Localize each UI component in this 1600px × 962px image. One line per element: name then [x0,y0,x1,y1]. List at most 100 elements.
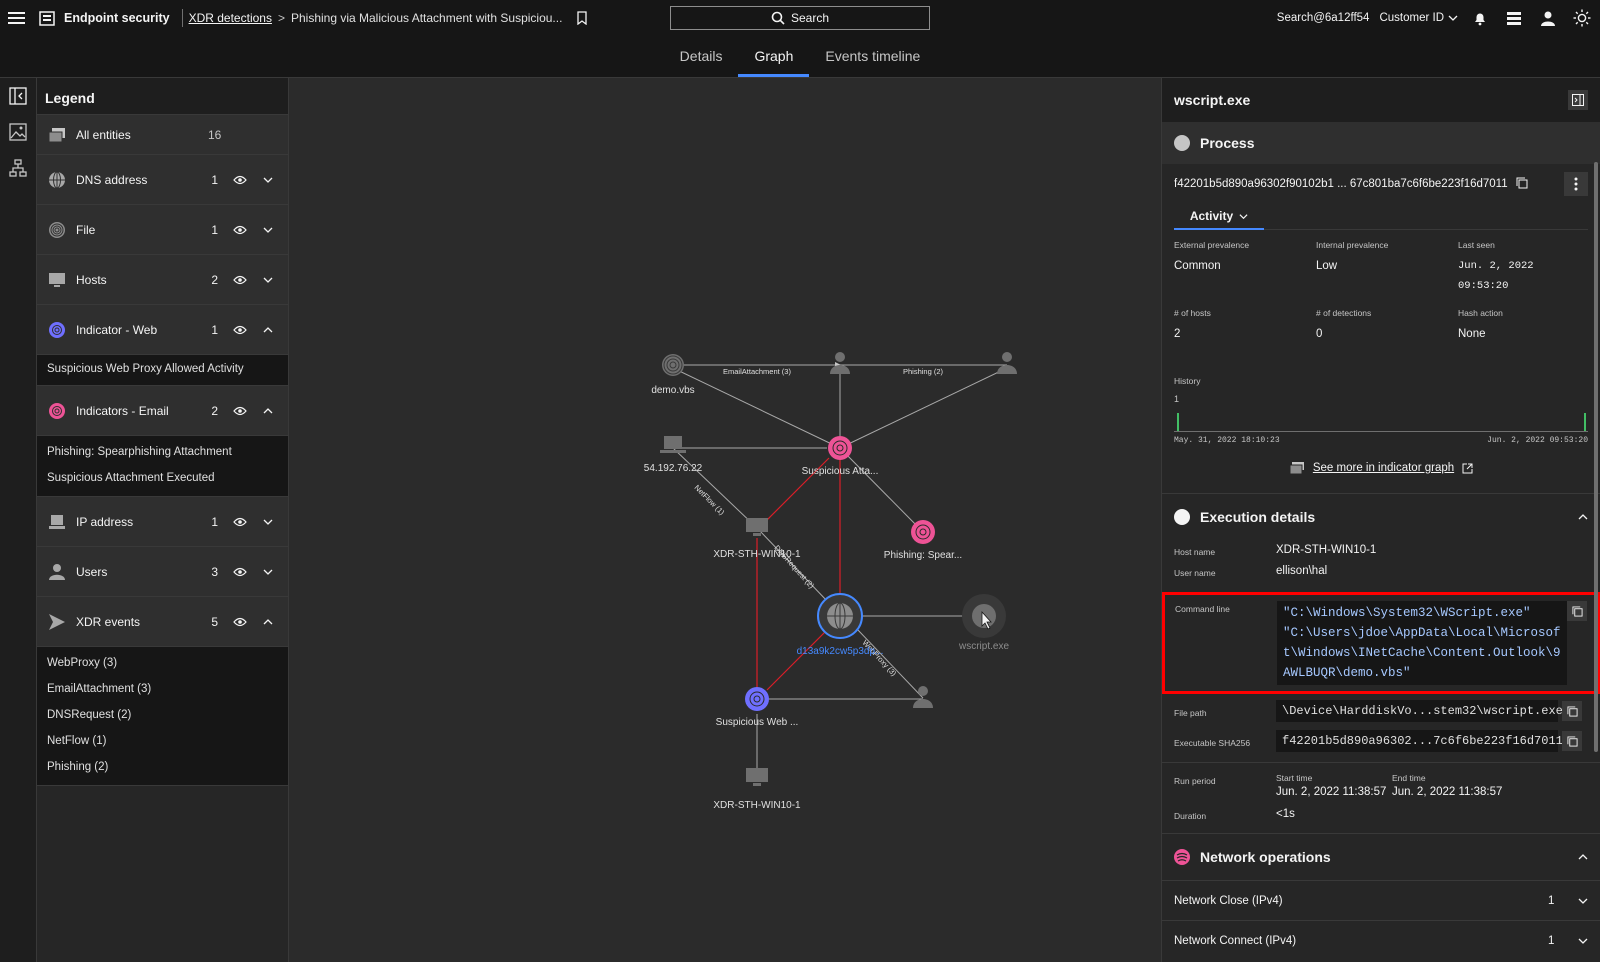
eye-icon[interactable] [230,275,250,285]
eye-icon[interactable] [230,567,250,577]
chevron-down-icon[interactable] [258,225,278,235]
close-panel-button[interactable] [1568,90,1588,110]
copy-icon [1566,735,1578,747]
menu-button[interactable] [0,0,32,36]
panel-scrollbar[interactable] [1594,162,1598,752]
command-line-value[interactable]: "C:\Windows\System32\WScript.exe" "C:\Us… [1277,601,1567,685]
edge-red[interactable] [766,629,828,691]
chevron-up-icon[interactable] [258,406,278,416]
edge-label-netflow: NetFlow (1) [693,483,727,517]
edge[interactable] [839,367,1008,449]
overflow-menu-button[interactable] [1564,172,1588,196]
brand[interactable]: Endpoint security [32,0,176,36]
see-more-indicator-graph[interactable]: See more in indicator graph [1162,453,1600,483]
user-id[interactable]: Search@6a12ff54 [1277,12,1370,24]
legend-count: 1 [211,172,218,187]
node-user-2[interactable] [997,352,1017,374]
chevron-down-icon[interactable] [258,517,278,527]
collapse-panel-button[interactable] [0,78,36,114]
image-view-button[interactable] [0,114,36,150]
list-item[interactable]: Suspicious Web Proxy Allowed Activity [37,357,288,383]
legend-row-indicators-email[interactable]: Indicators - Email 2 [37,386,288,436]
chevron-up-icon[interactable] [258,325,278,335]
activity-tabs: Activity [1174,204,1588,230]
stat-internal-prevalence: Internal prevalence Low [1316,240,1389,272]
edge[interactable] [839,447,924,533]
node-suspicious-attachment[interactable]: Suspicious Atta... [802,436,879,477]
breadcrumb-xdr-detections[interactable]: XDR detections [189,11,272,25]
search-button[interactable]: Search [670,6,930,30]
customer-selector[interactable]: Customer ID [1379,12,1458,24]
legend-row-ip-address[interactable]: IP address 1 [37,497,288,547]
eye-icon[interactable] [230,517,250,527]
host-name-value: XDR-STH-WIN10-1 [1276,544,1377,556]
file-path-value[interactable]: \Device\HarddiskVo...stem32\wscript.exe [1276,700,1563,722]
chevron-up-icon[interactable] [258,617,278,627]
chevron-down-icon [1448,15,1458,21]
tab-graph[interactable]: Graph [738,36,810,77]
node-user-3[interactable] [913,686,933,708]
eye-icon[interactable] [230,406,250,416]
legend-row-xdr-events[interactable]: XDR events 5 [37,597,288,647]
node-dns-address[interactable]: d13a9k2cw5p3dp... [797,593,884,657]
list-item[interactable]: DNSRequest (2) [37,703,288,729]
chevron-down-icon[interactable] [258,275,278,285]
node-ip-address[interactable]: 54.192.76.22 [644,436,703,474]
legend-row-users[interactable]: Users 3 [37,547,288,597]
bookmark-icon[interactable] [576,11,588,25]
list-item[interactable]: Suspicious Attachment Executed [37,466,288,492]
notification-button[interactable] [1468,6,1492,30]
chevron-down-icon[interactable] [258,567,278,577]
chevron-down-icon[interactable] [258,175,278,185]
legend-row-file[interactable]: File 1 [37,205,288,255]
profile-button[interactable] [1536,6,1560,30]
see-more-link[interactable]: See more in indicator graph [1313,462,1454,474]
copy-hash-button[interactable] [1516,177,1528,192]
legend-row-dns-address[interactable]: DNS address 1 [37,155,288,205]
eye-icon[interactable] [230,325,250,335]
copy-sha-button[interactable] [1562,731,1582,751]
execution-section-header[interactable]: Execution details [1162,494,1600,540]
edge-netflow[interactable] [667,442,758,529]
view-tabs: Details Graph Events timeline [0,36,1600,78]
fingerprint-icon [47,220,67,240]
panel-header: wscript.exe [1162,78,1600,122]
node-suspicious-web[interactable]: Suspicious Web ... [716,687,799,728]
eye-icon[interactable] [230,617,250,627]
section-title: Process [1200,135,1255,151]
network-section-header[interactable]: Network operations [1162,834,1600,880]
node-user-1[interactable] [830,352,850,374]
legend-row-indicator-web[interactable]: Indicator - Web 1 [37,305,288,355]
copy-command-line-button[interactable] [1567,601,1587,621]
switcher-button[interactable] [1502,6,1526,30]
list-item[interactable]: Phishing (2) [37,755,288,781]
entity-graph[interactable]: EmailAttachment (3) Phishing (2) NetFlow… [289,78,1161,962]
list-item[interactable]: NetFlow (1) [37,729,288,755]
sha-value[interactable]: f42201b5d890a96302...7c6f6be223f16d7011 [1276,730,1563,752]
node-host-2[interactable]: XDR-STH-WIN10-1 [713,768,801,811]
copy-file-path-button[interactable] [1562,701,1582,721]
tab-events-timeline[interactable]: Events timeline [809,36,936,77]
list-item[interactable]: Phishing: Spearphishing Attachment [37,440,288,466]
theme-button[interactable] [1570,6,1594,30]
tab-activity[interactable]: Activity [1174,204,1264,230]
edge[interactable] [672,367,841,449]
node-wscript-exe[interactable]: wscript.exe [958,594,1009,652]
network-row-close[interactable]: Network Close (IPv4) 1 [1162,880,1600,920]
network-row-connect[interactable]: Network Connect (IPv4) 1 [1162,920,1600,960]
sha-row: Executable SHA256 f42201b5d890a96302...7… [1162,730,1600,752]
node-label: Phishing: Spear... [884,550,962,561]
hierarchy-view-button[interactable] [0,150,36,186]
stat-hash-action: Hash action None [1458,308,1503,340]
node-phishing-spear[interactable]: Phishing: Spear... [884,520,962,561]
list-item[interactable]: EmailAttachment (3) [37,677,288,703]
legend-all-entities[interactable]: All entities 16 [37,115,288,155]
list-item[interactable]: WebProxy (3) [37,651,288,677]
tab-details[interactable]: Details [664,36,739,77]
eye-icon[interactable] [230,225,250,235]
eye-icon[interactable] [230,175,250,185]
graph-canvas[interactable]: EmailAttachment (3) Phishing (2) NetFlow… [289,78,1161,962]
legend-row-hosts[interactable]: Hosts 2 [37,255,288,305]
indicator-graph-icon [1289,462,1304,475]
legend-count: 2 [211,272,218,287]
